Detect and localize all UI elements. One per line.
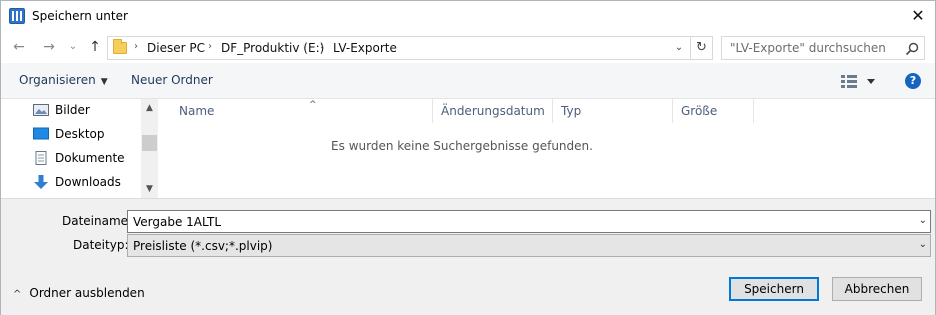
organize-menu-button[interactable]: Organisieren ▼ <box>19 73 108 87</box>
save-form: Dateiname: Vergabe 1ALTL ⌄ Dateityp: Pre… <box>1 198 935 315</box>
filetype-value: Preisliste (*.csv;*.plvip) <box>133 239 273 253</box>
breadcrumb-separator[interactable]: › <box>134 41 138 52</box>
breadcrumb-this-pc[interactable]: Dieser PC <box>147 41 205 55</box>
navigation-pane-scrollbar[interactable]: ▲ ▼ <box>141 99 158 198</box>
save-as-dialog: Speichern unter ✕ ← → ⌄ ↑ › Dieser PC › … <box>0 0 936 315</box>
empty-results-message: Es wurden keine Suchergebnisse gefunden. <box>331 139 593 153</box>
sidebar-item-label: Bilder <box>55 103 90 117</box>
desktop-icon <box>33 127 49 140</box>
column-header-name[interactable]: ^ Name <box>171 99 433 123</box>
pictures-icon <box>33 104 49 116</box>
navigation-bar: ← → ⌄ ↑ › Dieser PC › DF_Produktiv (E:) … <box>1 33 935 63</box>
address-dropdown-icon[interactable]: ⌄ <box>668 37 690 59</box>
chevron-down-icon[interactable]: ⌄ <box>919 239 927 250</box>
close-button[interactable]: ✕ <box>901 1 935 31</box>
forward-button[interactable]: → <box>39 37 59 57</box>
file-list: ^ Name Änderungsdatum Typ Größe Es wurde… <box>159 99 935 198</box>
cancel-button[interactable]: Abbrechen <box>832 277 922 301</box>
filename-label: Dateiname: <box>62 214 133 228</box>
chevron-down-icon[interactable]: ⌄ <box>919 215 927 226</box>
breadcrumb-separator[interactable]: › <box>320 41 324 52</box>
filename-input[interactable]: Vergabe 1ALTL ⌄ <box>127 210 931 233</box>
breadcrumb-folder[interactable]: LV-Exporte <box>333 41 397 55</box>
scroll-down-icon[interactable]: ▼ <box>141 182 158 196</box>
save-button[interactable]: Speichern <box>729 277 819 301</box>
help-icon[interactable]: ? <box>905 73 921 89</box>
sidebar-item-desktop[interactable]: Desktop <box>33 124 141 144</box>
app-window-icon <box>9 8 25 24</box>
filetype-label: Dateityp: <box>73 238 129 252</box>
sidebar-item-label: Dokumente <box>55 151 125 165</box>
column-header-type[interactable]: Typ <box>553 99 673 123</box>
caret-down-icon: ▼ <box>100 77 108 87</box>
downloads-icon <box>34 175 48 189</box>
back-button[interactable]: ← <box>9 37 29 57</box>
hide-folders-label: Ordner ausblenden <box>29 286 145 300</box>
breadcrumb-drive[interactable]: DF_Produktiv (E:) <box>221 41 324 55</box>
column-header-date[interactable]: Änderungsdatum <box>433 99 553 123</box>
sidebar-item-label: Desktop <box>55 127 105 141</box>
recent-locations-button[interactable]: ⌄ <box>63 37 83 57</box>
documents-icon <box>35 151 47 165</box>
breadcrumb-separator[interactable]: › <box>208 41 212 52</box>
up-button[interactable]: ↑ <box>85 37 105 57</box>
sort-ascending-icon: ^ <box>309 100 317 110</box>
sidebar-item-downloads[interactable]: Downloads <box>33 172 141 192</box>
column-header-size[interactable]: Größe <box>673 99 754 123</box>
filename-value: Vergabe 1ALTL <box>133 215 222 229</box>
filetype-select[interactable]: Preisliste (*.csv;*.plvip) ⌄ <box>127 234 931 257</box>
navigation-pane: Bilder Desktop Dokumente Downloads ▲ ▼ <box>1 99 159 198</box>
window-title: Speichern unter <box>32 9 128 23</box>
address-bar[interactable]: › Dieser PC › DF_Produktiv (E:) › LV-Exp… <box>107 36 691 60</box>
chevron-up-icon: ^ <box>13 289 22 300</box>
refresh-button[interactable]: ↻ <box>691 36 713 60</box>
search-icon[interactable] <box>904 41 920 57</box>
folder-icon <box>113 39 127 54</box>
organize-label: Organisieren <box>19 73 96 87</box>
command-bar: Organisieren ▼ Neuer Ordner ? <box>1 63 935 99</box>
sidebar-item-dokumente[interactable]: Dokumente <box>33 148 141 168</box>
new-folder-button[interactable]: Neuer Ordner <box>131 73 213 87</box>
view-options-button[interactable] <box>841 72 877 90</box>
hide-folders-button[interactable]: ^ Ordner ausblenden <box>13 286 145 300</box>
search-box <box>721 36 925 60</box>
search-input[interactable] <box>723 38 899 58</box>
sidebar-item-label: Downloads <box>55 175 121 189</box>
column-header-label: Name <box>179 104 215 118</box>
scroll-up-icon[interactable]: ▲ <box>141 101 158 115</box>
title-bar: Speichern unter ✕ <box>1 1 935 33</box>
sidebar-item-bilder[interactable]: Bilder <box>33 100 141 120</box>
scrollbar-thumb[interactable] <box>142 135 157 151</box>
